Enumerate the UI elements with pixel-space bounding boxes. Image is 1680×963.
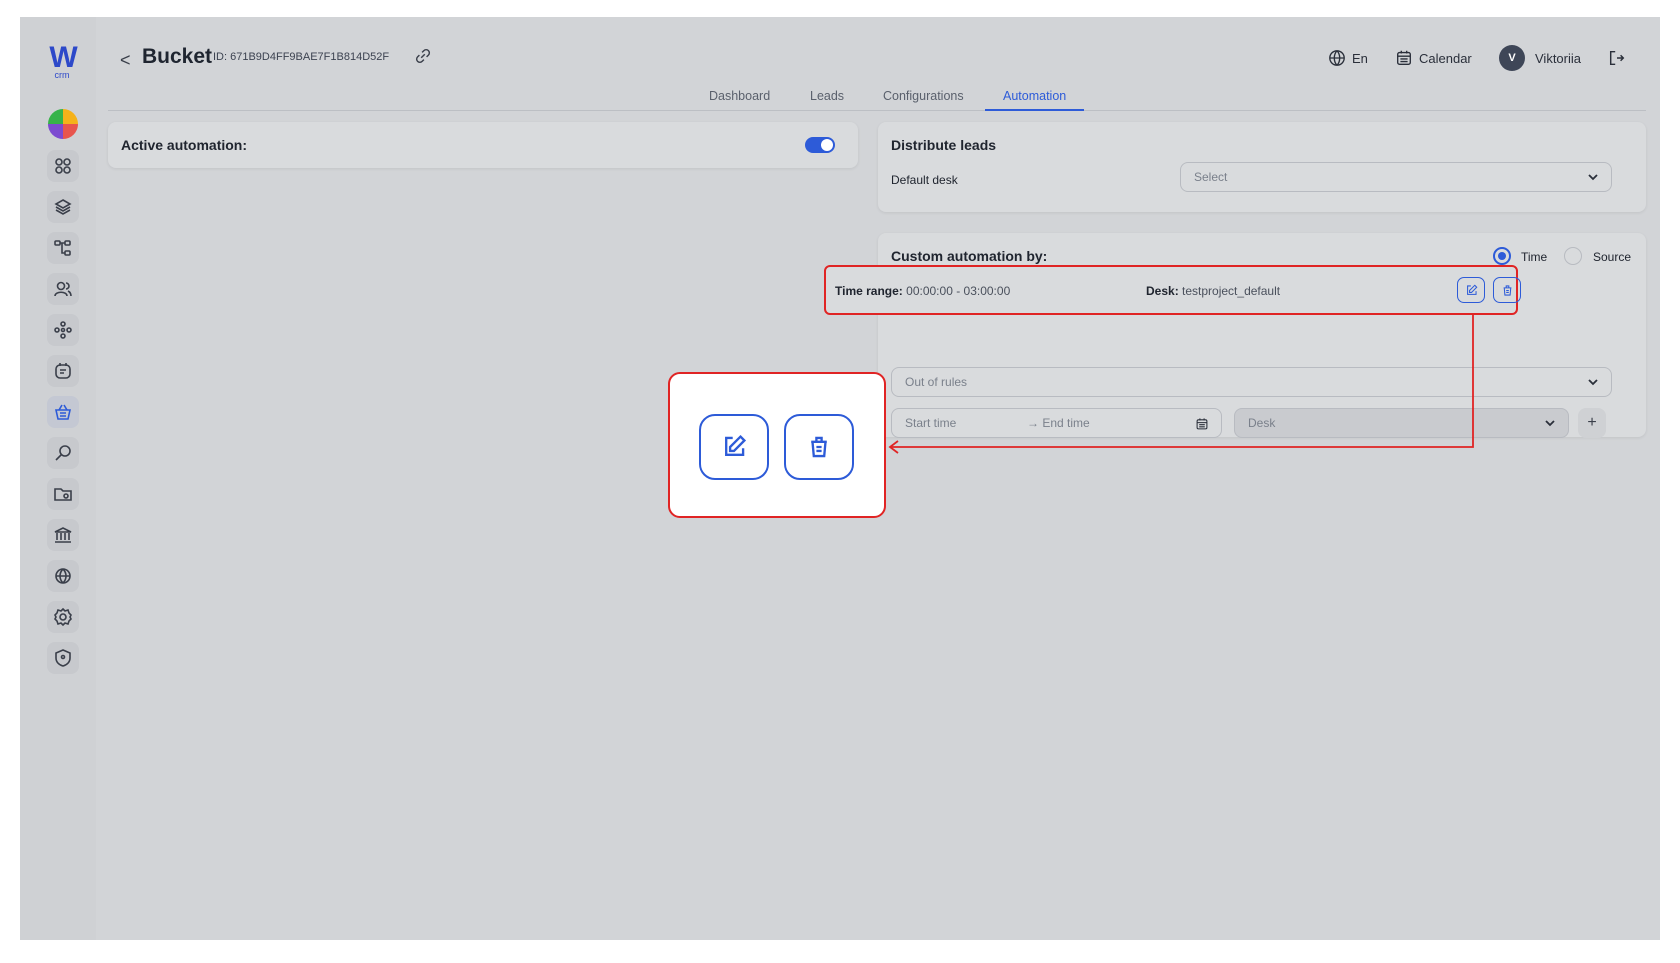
app-logo[interactable]: W crm [43,43,81,83]
copy-link-icon[interactable] [414,47,432,65]
edit-rule-button[interactable] [1457,277,1485,303]
chevron-down-icon [1588,379,1598,386]
logo-mark: W [49,41,77,74]
sidebar-bank-icon[interactable] [47,519,79,551]
edit-icon [1466,284,1477,295]
custom-automation-title: Custom automation by: [891,248,1048,264]
sidebar-key-search-icon[interactable] [47,437,79,469]
back-button[interactable]: < [120,50,131,71]
time-range-value: 00:00:00 - 03:00:00 [906,284,1011,298]
distribute-leads-title: Distribute leads [891,137,997,153]
tab-dashboard[interactable]: Dashboard [709,89,770,111]
out-of-rules-placeholder: Out of rules [905,375,968,389]
time-range-picker[interactable]: Start time → End time [891,408,1222,438]
time-range-label: Time range: [835,284,903,298]
default-desk-placeholder: Select [1194,170,1228,184]
radio-time[interactable] [1493,247,1511,265]
sidebar-users-icon[interactable] [47,273,79,305]
desk-placeholder: Desk [1248,416,1276,430]
edit-icon [725,434,747,456]
language-label: En [1352,50,1368,66]
distribute-leads-card: Distribute leads Default desk Select [878,122,1646,212]
default-desk-select[interactable]: Select [1180,162,1612,192]
app-window: W crm < Bucket ID: 671B9D4FF9BAE7F1B814D… [20,17,1660,940]
end-time-placeholder: → End time [1027,416,1090,430]
sidebar-hierarchy-icon[interactable] [47,232,79,264]
chevron-down-icon [1588,174,1598,181]
start-time-placeholder: Start time [905,416,957,430]
add-rule-button[interactable]: + [1578,408,1606,438]
radio-time-label: Time [1521,250,1548,264]
delete-rule-button[interactable] [1493,277,1521,303]
delete-rule-button-zoomed[interactable] [784,414,854,480]
sidebar-layers-icon[interactable] [47,191,79,223]
sidebar-shield-icon[interactable] [47,642,79,674]
sidebar-network-icon[interactable] [47,314,79,346]
tab-bar: Dashboard Leads Configurations Automatio… [108,87,1646,111]
language-switcher[interactable]: En [1328,45,1368,71]
sidebar-basket-icon[interactable] [47,396,79,428]
out-of-rules-select[interactable]: Out of rules [891,367,1612,397]
active-automation-card: Active automation: [108,122,858,168]
custom-automation-card: Custom automation by: Time Source Out of… [878,233,1646,438]
time-range-text: Time range: 00:00:00 - 03:00:00 [835,284,1010,298]
automation-rule-row: Time range: 00:00:00 - 03:00:00 Desk: te… [824,265,1521,315]
desk-select[interactable]: Desk [1234,408,1569,438]
tab-automation[interactable]: Automation [985,89,1085,111]
tab-configurations[interactable]: Configurations [883,89,964,111]
calendar-icon [1196,418,1208,430]
bucket-id: ID: 671B9D4FF9BAE7F1B814D52F [213,51,390,63]
calendar-icon [1397,50,1411,65]
logout-icon[interactable] [1608,49,1626,67]
radio-source[interactable] [1564,247,1582,265]
trash-icon [811,436,827,458]
zoom-callout [668,372,886,518]
sidebar-folder-icon[interactable] [47,478,79,510]
sidebar-notes-icon[interactable] [47,355,79,387]
calendar-label: Calendar [1419,50,1472,66]
desk-label: Desk: [1146,284,1179,298]
sidebar-settings-icon[interactable] [47,601,79,633]
sidebar-dashboard-icon[interactable] [47,150,79,182]
avatar: V [1499,45,1525,71]
page-title: Bucket [142,45,213,68]
edit-rule-button-zoomed[interactable] [699,414,769,480]
active-automation-label: Active automation: [121,137,248,153]
sidebar: W crm [20,17,96,940]
trash-icon [1503,284,1511,296]
sidebar-globe-grid-icon[interactable] [47,560,79,592]
user-menu[interactable]: V Viktoriia [1499,45,1581,71]
active-automation-toggle[interactable] [805,137,835,153]
calendar-button[interactable]: Calendar [1395,45,1472,71]
default-desk-label: Default desk [891,173,958,187]
user-name: Viktoriia [1535,50,1582,66]
project-pie-icon[interactable] [48,109,78,139]
desk-text: Desk: testproject_default [1146,284,1280,298]
chevron-down-icon [1545,420,1555,427]
desk-value: testproject_default [1182,284,1281,298]
radio-source-label: Source [1593,250,1632,264]
tab-leads[interactable]: Leads [810,89,844,111]
globe-icon [1329,50,1345,66]
